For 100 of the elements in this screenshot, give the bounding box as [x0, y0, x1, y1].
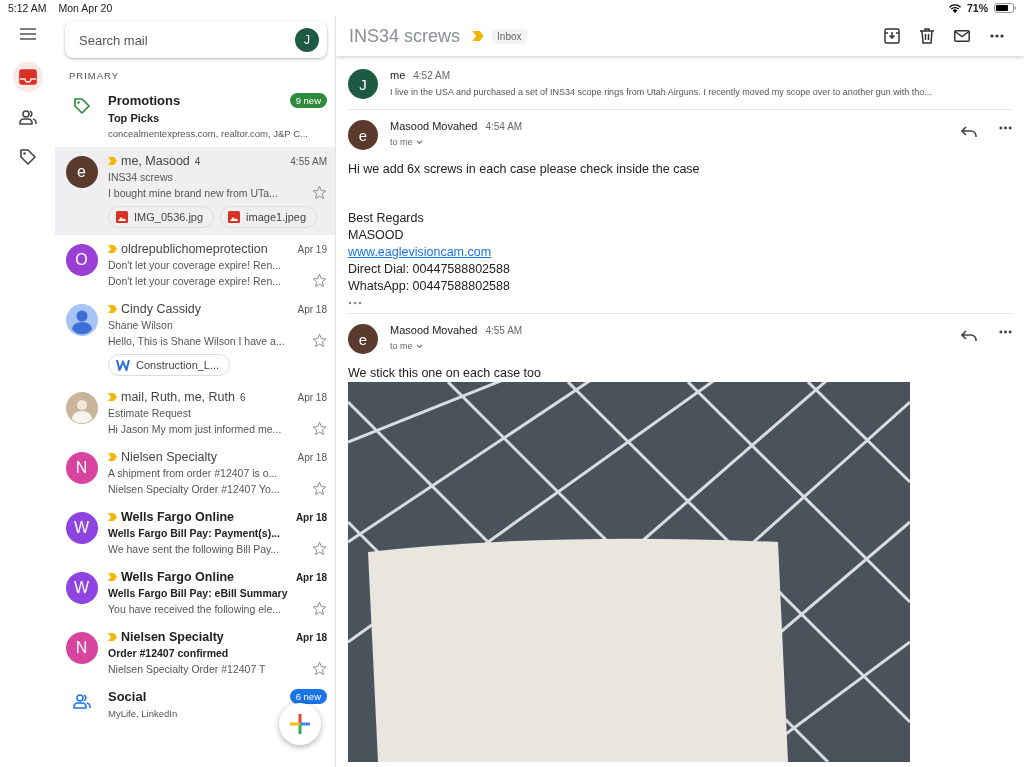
email-row[interactable]: e me, Masood 4 4:55 AM INS34 screws I bought mine brand new from UTa... IMG_0536.jpg image1.jpeg [55, 147, 335, 235]
star-icon[interactable] [312, 541, 327, 556]
sender-avatar: e [348, 120, 378, 150]
show-trimmed-content-icon[interactable] [348, 301, 362, 305]
attachment-name: IMG_0536.jpg [134, 211, 204, 223]
reply-icon[interactable] [961, 126, 977, 138]
email-time: 4:55 AM [290, 155, 327, 167]
document-file-icon [116, 359, 130, 371]
sender-name: mail, Ruth, me, Ruth [121, 390, 235, 404]
sender-name: me, Masood [121, 154, 190, 168]
inbox-label: Inbox [492, 28, 527, 44]
email-snippet: Nielsen Specialty Order #12407 Yo... [108, 482, 280, 495]
reply-icon[interactable] [961, 330, 977, 342]
star-icon[interactable] [312, 421, 327, 436]
email-row[interactable]: mail, Ruth, me, Ruth 6 Apr 18 Estimate Request Hi Jason My mom just informed me... [55, 383, 335, 443]
email-row[interactable]: N Nielsen Specialty Apr 18 A shipment from order #12407 is o... Nielsen Specialty Order #12407 Yo... [55, 443, 335, 503]
sender-avatar: J [348, 69, 378, 99]
email-subject: A shipment from order #12407 is o... [108, 467, 279, 479]
status-time: 5:12 AM [8, 2, 47, 14]
image-file-icon [116, 211, 128, 223]
chevron-down-icon[interactable] [415, 139, 423, 145]
trash-icon[interactable] [920, 28, 934, 44]
star-icon[interactable] [312, 185, 327, 200]
star-icon[interactable] [312, 273, 327, 288]
email-time: Apr 19 [297, 243, 327, 255]
email-row[interactable]: Cindy Cassidy Apr 18 Shane Wilson Hello, This is Shane Wilson I have a... Construction_L... [55, 295, 335, 383]
email-row[interactable]: W Wells Fargo Online Apr 18 Wells Fargo Bill Pay: Payment(s)... We have sent the following Bill Pay... [55, 503, 335, 563]
category-row[interactable]: Promotions 9 new Top Picks concealmentexpress.com, realtor.com, J&P C... [55, 87, 335, 147]
email-snippet: We have sent the following Bill Pay... [108, 542, 280, 555]
email-time: Apr 18 [297, 451, 327, 463]
sender-avatar: N [65, 632, 98, 664]
menu-icon[interactable] [19, 28, 36, 40]
plus-icon [290, 714, 310, 734]
message-time: 4:54 AM [485, 121, 523, 132]
sender-avatar: N [65, 452, 98, 484]
sender-name: Masood Movahed [390, 120, 478, 132]
archive-icon[interactable] [884, 28, 900, 44]
star-icon[interactable] [312, 481, 327, 496]
battery-icon [994, 3, 1016, 13]
new-count-badge: 6 new [289, 689, 327, 704]
message-count: 4 [194, 155, 201, 167]
email-subject: Shane Wilson [108, 319, 174, 331]
message-snippet: I live in the USA and purchased a set of INS34 scope rings from Utah Airguns. I recently moved my scope over to another gun with tho... [390, 87, 932, 97]
email-row[interactable]: N Nielsen Specialty Apr 18 Order #12407 confirmed Nielsen Specialty Order #12407 T [55, 623, 335, 683]
people-icon [18, 109, 37, 125]
account-avatar[interactable]: J [295, 28, 319, 52]
email-row[interactable]: W Wells Fargo Online Apr 18 Wells Fargo Bill Pay: eBill Summary You have received the following ele... [55, 563, 335, 623]
people-icon [72, 693, 91, 709]
sender-name: Nielsen Specialty [121, 630, 224, 644]
sender-name: Nielsen Specialty [121, 450, 217, 464]
email-snippet: Hi Jason My mom just informed me... [108, 422, 282, 435]
more-icon[interactable] [999, 126, 1012, 130]
tag-icon [72, 97, 91, 115]
category-title: Social [108, 689, 147, 704]
star-icon[interactable] [312, 601, 327, 616]
message-body: Hi we add 6x screws in each case please check inside the case [348, 162, 701, 176]
chevron-down-icon[interactable] [415, 343, 423, 349]
email-snippet: You have received the following ele... [108, 602, 281, 615]
attachment-name: image1.jpeg [246, 211, 307, 223]
inbox-nav-button[interactable] [12, 62, 43, 92]
tag-icon [18, 148, 37, 166]
recipient-label: to me [390, 341, 413, 351]
sender-name: me [390, 69, 406, 81]
signature-line: Direct Dial: 00447588802588 [348, 261, 510, 278]
message-time: 4:52 AM [413, 70, 450, 81]
sender-name: Cindy Cassidy [121, 302, 201, 316]
message-time: 4:55 AM [485, 325, 523, 336]
email-subject: Estimate Request [108, 407, 192, 419]
star-icon[interactable] [312, 661, 327, 676]
mail-icon[interactable] [954, 30, 970, 42]
sender-name: Masood Movahed [390, 324, 478, 336]
inbox-icon [18, 69, 37, 85]
more-icon[interactable] [990, 34, 1004, 38]
sender-name: oldrepublichomeprotection [121, 242, 268, 256]
search-field[interactable]: Search mail J [65, 22, 327, 58]
sender-avatar: e [65, 156, 98, 188]
email-snippet: Nielsen Specialty Order #12407 T [108, 662, 266, 675]
email-time: Apr 18 [297, 303, 327, 315]
sender-avatar: W [65, 512, 98, 544]
email-snippet: I bought mine brand new from UTa... [108, 186, 278, 199]
image-file-icon [228, 211, 241, 223]
star-icon[interactable] [312, 333, 327, 348]
attachment-chip[interactable]: Construction_L... [108, 354, 231, 376]
sender-name: Wells Fargo Online [121, 570, 234, 584]
category-title: Promotions [108, 93, 181, 108]
email-time: Apr 18 [295, 571, 327, 583]
category-subtitle: Top Picks [108, 112, 161, 124]
compose-button[interactable] [279, 703, 321, 745]
email-row[interactable]: O oldrepublichomeprotection Apr 19 Don't let your coverage expire! Ren... Don't let your coverage expire! Ren... [55, 235, 335, 295]
status-date: Mon Apr 20 [58, 2, 113, 14]
more-icon[interactable] [999, 330, 1012, 334]
email-subject: Don't let your coverage expire! Ren... [108, 259, 282, 271]
conversation-title: INS34 screws [349, 25, 461, 47]
wifi-icon [949, 3, 961, 13]
email-snippet: Don't let your coverage expire! Ren... [108, 274, 281, 287]
battery-percent: 71% [967, 2, 988, 14]
sender-avatar: e [348, 324, 378, 354]
email-subject: Wells Fargo Bill Pay: Payment(s)... [108, 527, 281, 539]
message-count: 6 [239, 391, 246, 403]
website-link[interactable]: www.eaglevisioncam.com [348, 244, 492, 261]
